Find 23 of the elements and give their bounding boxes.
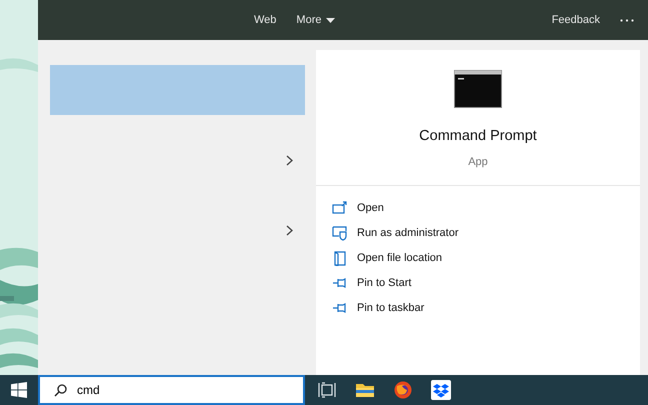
action-item[interactable]: Open file location	[332, 250, 640, 267]
action-item[interactable]: Pin to Start	[332, 275, 640, 292]
folder-icon[interactable]	[356, 382, 374, 398]
search-box[interactable]: cmd	[38, 375, 305, 405]
terminal-icon	[454, 70, 502, 108]
action-item[interactable]: Open	[332, 200, 640, 217]
tab[interactable]: More	[286, 12, 346, 28]
folder-icon	[332, 251, 347, 266]
tab[interactable]: Web	[244, 12, 286, 28]
windows-start-button[interactable]	[11, 382, 27, 398]
box-icon[interactable]	[431, 380, 451, 400]
action-item[interactable]: Pin to taskbar	[332, 300, 640, 317]
task-view-button[interactable]	[318, 382, 336, 398]
browser-icon[interactable]	[394, 381, 412, 399]
app-type: App	[468, 154, 488, 170]
search-icon	[54, 384, 67, 396]
pin-icon	[332, 276, 347, 291]
pin-icon	[332, 301, 347, 316]
feedback-link[interactable]: Feedback	[542, 12, 610, 28]
shield-icon	[332, 226, 347, 241]
action-item[interactable]: Run as administrator	[332, 225, 640, 242]
app-name: Command Prompt	[419, 127, 537, 146]
window-open-icon	[332, 201, 347, 216]
